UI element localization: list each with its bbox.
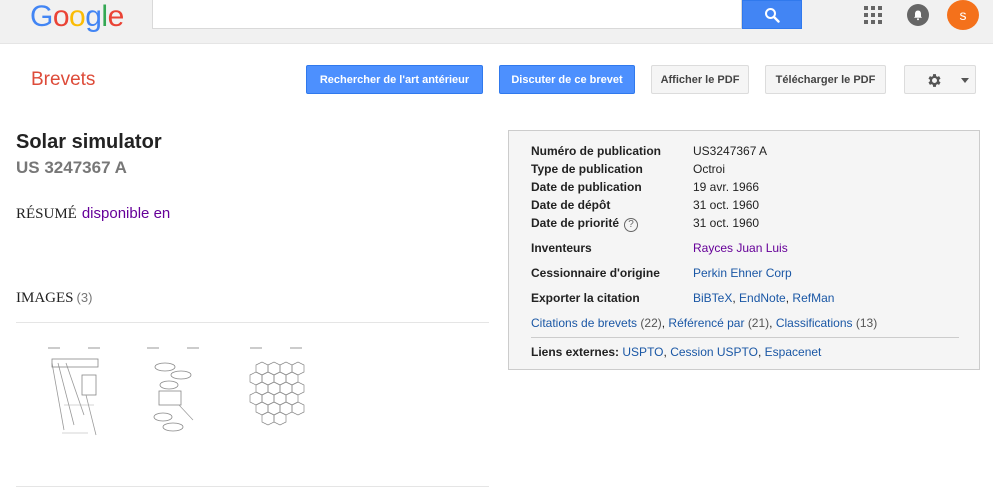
metadata-key: Date de priorité?	[531, 216, 639, 232]
patent-drawing-thumbnail[interactable]	[143, 345, 203, 440]
abstract-language-link[interactable]: disponible en	[82, 205, 170, 222]
uspto-link[interactable]: USPTO	[622, 345, 663, 359]
logo-letter: G	[30, 0, 53, 33]
assignee-link[interactable]: Perkin Ehner Corp	[693, 266, 792, 280]
gear-icon	[928, 74, 941, 87]
endnote-link[interactable]: EndNote	[739, 291, 786, 305]
inventors-label: Inventeurs	[531, 241, 592, 255]
assignee-label: Cessionnaire d'origine	[531, 266, 660, 280]
external-links-row: Liens externes: USPTO, Cession USPTO, Es…	[531, 345, 822, 359]
search-input[interactable]	[152, 0, 742, 29]
chevron-down-icon	[961, 78, 969, 83]
patent-metadata-panel: Numéro de publication US3247367 A Type d…	[508, 130, 980, 370]
patent-citations-count: (22)	[640, 316, 662, 330]
citations-row: Citations de brevets (22), Référencé par…	[531, 316, 878, 330]
metadata-key: Date de dépôt	[531, 198, 611, 212]
google-logo[interactable]: Google	[30, 0, 124, 34]
uspto-assignment-link[interactable]: Cession USPTO	[670, 345, 758, 359]
metadata-value: Octroi	[693, 162, 726, 176]
metadata-value: 31 oct. 1960	[693, 198, 760, 212]
classifications-link[interactable]: Classifications	[776, 316, 853, 330]
user-avatar[interactable]: s	[947, 0, 979, 30]
espacenet-link[interactable]: Espacenet	[765, 345, 822, 359]
metadata-key: Type de publication	[531, 162, 643, 176]
divider	[16, 486, 489, 487]
top-bar: Google s	[0, 0, 993, 44]
patents-brand[interactable]: Brevets	[31, 69, 95, 91]
logo-letter: e	[107, 0, 125, 33]
divider	[531, 337, 959, 338]
priority-date-label: Date de priorité	[531, 216, 620, 230]
patent-drawing-thumbnail[interactable]	[246, 345, 306, 440]
inventor-link[interactable]: Rayces Juan Luis	[693, 241, 788, 255]
classifications-count: (13)	[855, 316, 878, 330]
refman-link[interactable]: RefMan	[792, 291, 834, 305]
logo-letter: g	[85, 0, 102, 33]
prior-art-search-button[interactable]: Rechercher de l'art antérieur	[306, 65, 483, 94]
patent-drawing-thumbnail[interactable]	[44, 345, 104, 440]
discuss-patent-button[interactable]: Discuter de ce brevet	[499, 65, 635, 94]
notifications-bell-icon[interactable]	[907, 4, 929, 26]
metadata-value: US3247367 A	[693, 144, 768, 158]
help-icon[interactable]: ?	[624, 218, 639, 232]
apps-grid-icon[interactable]	[864, 6, 882, 24]
download-pdf-button[interactable]: Télécharger le PDF	[765, 65, 886, 94]
abstract-heading: RÉSUMÉ	[16, 206, 77, 222]
referenced-by-link[interactable]: Référencé par	[668, 316, 744, 330]
metadata-value: 19 avr. 1966	[693, 180, 760, 194]
divider	[16, 322, 489, 323]
settings-menu-button[interactable]	[904, 65, 976, 94]
abstract-section: RÉSUMÉ disponible en	[16, 205, 170, 223]
patent-citations-link[interactable]: Citations de brevets	[531, 316, 637, 330]
metadata-key: Numéro de publication	[531, 144, 662, 158]
images-section-heading: IMAGES (3)	[16, 290, 92, 307]
metadata-key: Date de publication	[531, 180, 642, 194]
metadata-value: 31 oct. 1960	[693, 216, 760, 230]
view-pdf-button[interactable]: Afficher le PDF	[651, 65, 749, 94]
external-links-label: Liens externes:	[531, 345, 620, 359]
referenced-by-count: (21)	[747, 316, 770, 330]
export-links: BiBTeX, EndNote, RefMan	[693, 291, 835, 305]
images-count: (3)	[76, 290, 93, 305]
images-heading: IMAGES	[16, 290, 74, 306]
logo-letter: o	[52, 0, 70, 33]
bibtex-link[interactable]: BiBTeX	[693, 291, 732, 305]
search-icon	[765, 7, 780, 23]
patent-number: US 3247367 A	[16, 158, 127, 177]
logo-letter: o	[69, 0, 86, 33]
patent-title: Solar simulator	[16, 131, 162, 153]
search-button[interactable]	[742, 0, 802, 29]
export-citation-label: Exporter la citation	[531, 291, 640, 305]
